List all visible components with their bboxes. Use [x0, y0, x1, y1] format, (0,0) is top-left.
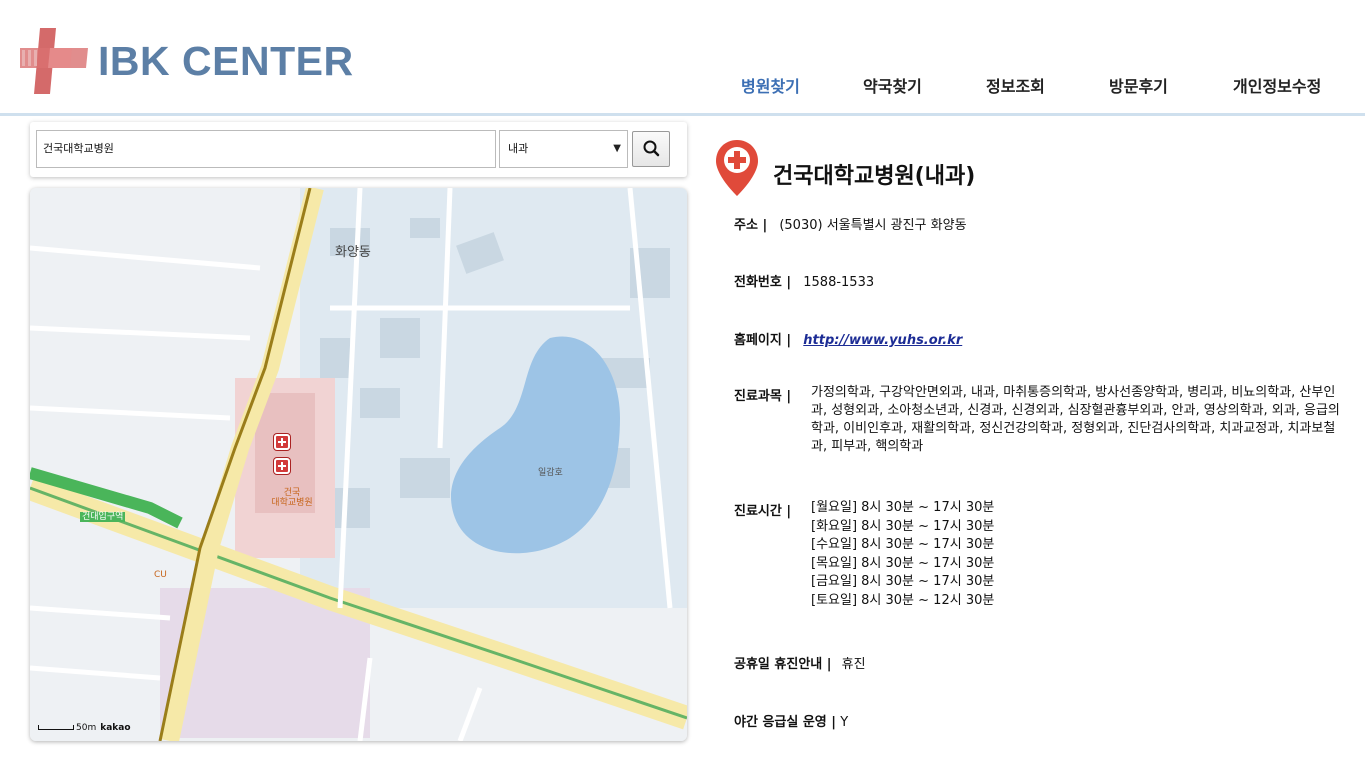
homepage-label: 홈페이지 | — [734, 333, 792, 348]
nav-reviews[interactable]: 방문후기 — [1109, 73, 1168, 97]
hospital-detail: 건국대학교병원(내과) 주소 | (5030) 서울특별시 광진구 화양동 전화… — [714, 138, 1354, 738]
search-icon — [643, 140, 660, 157]
main-nav: 병원찾기 약국찾기 정보조회 방문후기 개인정보수정 — [700, 73, 1360, 97]
map-label-hospital: 건국 대학교병원 — [271, 488, 313, 508]
hours-row: 진료시간 | — [734, 500, 791, 519]
hours-saturday: [토요일] 8시 30분 ~ 12시 30분 — [811, 592, 995, 608]
nav-info[interactable]: 정보조회 — [986, 73, 1045, 97]
hospital-pin-icon[interactable] — [274, 434, 290, 450]
hours-monday: [월요일] 8시 30분 ~ 17시 30분 — [811, 500, 995, 515]
logo-cross-icon — [20, 28, 88, 94]
search-input[interactable]: 건국대학교병원 — [36, 130, 496, 168]
search-button[interactable] — [632, 131, 670, 167]
header: IBK CENTER 병원찾기 약국찾기 정보조회 방문후기 개인정보수정 — [0, 0, 1365, 116]
map-scale-label: 50m — [76, 723, 97, 733]
hospital-title: 건국대학교병원(내과) — [773, 164, 976, 189]
department-select[interactable]: 내과 ▼ — [499, 130, 628, 168]
departments-label: 진료과목 | — [734, 389, 792, 404]
nav-profile-edit[interactable]: 개인정보수정 — [1233, 73, 1321, 97]
hours-thursday: [목요일] 8시 30분 ~ 17시 30분 — [811, 555, 995, 571]
phone-row: 전화번호 | 1588-1533 — [734, 271, 874, 290]
department-select-value: 내과 — [508, 142, 529, 155]
homepage-row: 홈페이지 | http://www.yuhs.or.kr — [734, 329, 962, 348]
phone-value: 1588-1533 — [803, 275, 875, 290]
nav-hospital[interactable]: 병원찾기 — [741, 73, 800, 97]
nav-pharmacy[interactable]: 약국찾기 — [863, 73, 922, 97]
holiday-label: 공휴일 휴진안내 | — [734, 657, 832, 672]
departments-value: 가정의학과, 구강악안면외과, 내과, 마취통증의학과, 방사선종양학과, 병리… — [811, 385, 1340, 454]
hours-wednesday: [수요일] 8시 30분 ~ 17시 30분 — [811, 537, 995, 552]
departments-row: 진료과목 | — [734, 385, 791, 404]
map-label-hwayang: 화양동 — [335, 245, 371, 260]
hours-label: 진료시간 | — [734, 504, 792, 519]
holiday-row: 공휴일 휴진안내 | 휴진 — [734, 653, 866, 672]
homepage-link[interactable]: http://www.yuhs.or.kr — [803, 333, 962, 348]
hospital-pin-icon[interactable] — [274, 458, 290, 474]
holiday-value: 휴진 — [841, 657, 866, 672]
chevron-down-icon: ▼ — [613, 143, 621, 154]
phone-label: 전화번호 | — [734, 275, 792, 290]
hours-tuesday: [화요일] 8시 30분 ~ 17시 30분 — [811, 518, 995, 534]
map[interactable]: 화양동 건국 대학교병원 일감호 CU 건대입구역 50m kakao — [30, 188, 687, 741]
address-row: 주소 | (5030) 서울특별시 광진구 화양동 — [734, 214, 967, 233]
hours-friday: [금요일] 8시 30분 ~ 17시 30분 — [811, 574, 995, 589]
map-canvas — [30, 188, 687, 741]
logo[interactable]: IBK CENTER — [20, 24, 360, 98]
map-label-cu: CU — [154, 570, 167, 580]
map-brand: kakao — [100, 723, 131, 733]
hours-list: [월요일] 8시 30분 ~ 17시 30분 [화요일] 8시 30분 ~ 17… — [811, 499, 994, 610]
map-scale: 50m kakao — [38, 723, 131, 733]
night-er-row: 야간 응급실 운영 | Y — [734, 711, 848, 730]
logo-text: IBK CENTER — [98, 38, 354, 84]
location-marker-icon — [716, 140, 758, 196]
map-label-lake: 일감호 — [538, 468, 563, 478]
address-label: 주소 | — [734, 218, 768, 233]
map-label-konkuk-station: 건대입구역 — [80, 512, 126, 522]
address-value: (5030) 서울특별시 광진구 화양동 — [779, 218, 967, 233]
night-er-label: 야간 응급실 운영 | — [734, 715, 837, 730]
night-er-value: Y — [840, 715, 849, 730]
search-bar: 건국대학교병원 내과 ▼ — [30, 122, 687, 177]
